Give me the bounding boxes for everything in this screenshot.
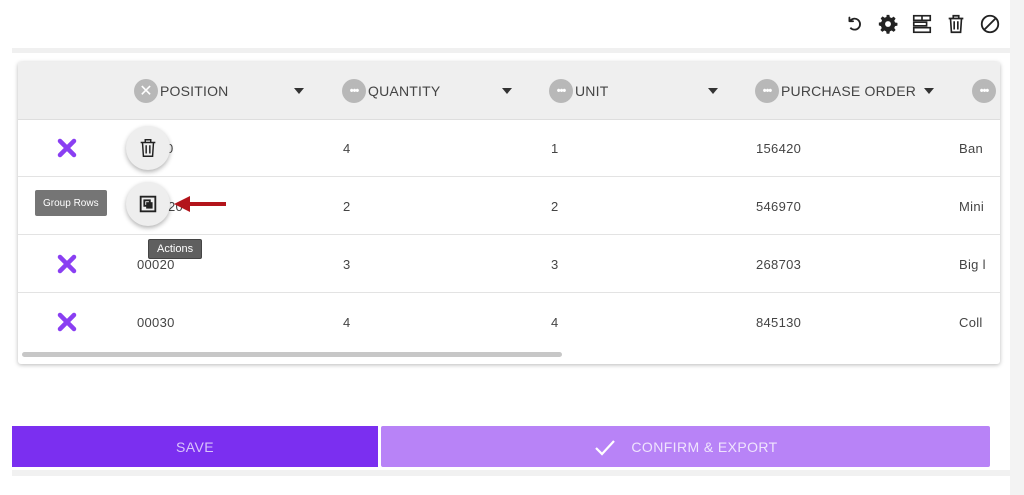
- cell-extra: Mini: [959, 199, 985, 214]
- page-right-edge: [1010, 0, 1024, 495]
- cell-extra: Big l: [959, 257, 986, 272]
- footer-divider: [12, 470, 1010, 476]
- cell-unit: 2: [551, 199, 559, 214]
- top-toolbar: [842, 10, 1002, 38]
- chevron-down-icon[interactable]: [924, 88, 934, 94]
- chevron-down-icon[interactable]: [708, 88, 718, 94]
- confirm-export-label: CONFIRM & EXPORT: [631, 438, 778, 455]
- column-header-more[interactable]: •••: [972, 62, 998, 120]
- column-header-position[interactable]: ✕ POSITION: [134, 62, 229, 120]
- undo-icon[interactable]: [842, 12, 866, 36]
- group-rows-tooltip: Group Rows: [35, 190, 107, 216]
- toolbar-divider: [12, 48, 1010, 53]
- cell-quantity: 4: [343, 141, 351, 156]
- cell-position: 00030: [137, 315, 175, 330]
- column-header-purchase-order[interactable]: ••• PURCHASE ORDER: [755, 62, 916, 120]
- more-icon[interactable]: •••: [342, 79, 366, 103]
- column-label-position: POSITION: [160, 83, 229, 99]
- more-icon[interactable]: •••: [972, 79, 996, 103]
- delete-row-icon[interactable]: [56, 137, 78, 159]
- delete-row-icon[interactable]: [56, 311, 78, 333]
- column-label-unit: UNIT: [575, 83, 609, 99]
- cell-unit: 1: [551, 141, 559, 156]
- delete-row-icon[interactable]: [56, 253, 78, 275]
- column-label-quantity: QUANTITY: [368, 83, 441, 99]
- column-label-purchase-order: PURCHASE ORDER: [781, 83, 917, 99]
- horizontal-scrollbar[interactable]: [22, 352, 562, 357]
- group-rows-icon: [139, 195, 157, 213]
- group-columns-icon[interactable]: [910, 12, 934, 36]
- gear-icon[interactable]: [876, 12, 900, 36]
- delete-action-button[interactable]: [126, 126, 170, 170]
- cell-unit: 4: [551, 315, 559, 330]
- arrow-left-icon: [174, 196, 226, 212]
- cell-quantity: 4: [343, 315, 351, 330]
- cell-unit: 3: [551, 257, 559, 272]
- actions-tooltip: Actions: [148, 239, 203, 259]
- save-button-label: SAVE: [176, 438, 214, 455]
- grid-header: ✕ POSITION ••• QUANTITY ••• UNIT ••• PUR…: [18, 62, 1000, 120]
- cell-purchase-order: 156420: [756, 141, 802, 156]
- table-row: 00030 4 4 845130 Coll: [18, 294, 1000, 351]
- column-header-quantity[interactable]: ••• QUANTITY: [342, 62, 440, 120]
- checkmark-icon: [595, 439, 616, 456]
- cell-purchase-order: 845130: [756, 315, 802, 330]
- column-header-unit[interactable]: ••• UNIT: [549, 62, 608, 120]
- save-button[interactable]: SAVE: [12, 426, 378, 467]
- close-icon[interactable]: ✕: [134, 79, 158, 103]
- chevron-down-icon[interactable]: [502, 88, 512, 94]
- chevron-down-icon[interactable]: [294, 88, 304, 94]
- more-icon[interactable]: •••: [549, 79, 573, 103]
- cell-quantity: 3: [343, 257, 351, 272]
- cell-extra: Ban: [959, 141, 984, 156]
- confirm-export-button[interactable]: CONFIRM & EXPORT: [381, 426, 990, 467]
- cell-purchase-order: 546970: [756, 199, 802, 214]
- group-rows-button[interactable]: [126, 182, 170, 226]
- block-icon[interactable]: [978, 12, 1002, 36]
- cell-extra: Coll: [959, 315, 983, 330]
- trash-icon[interactable]: [944, 12, 968, 36]
- cell-quantity: 2: [343, 199, 351, 214]
- cell-purchase-order: 268703: [756, 257, 802, 272]
- trash-icon: [140, 139, 156, 157]
- more-icon[interactable]: •••: [755, 79, 779, 103]
